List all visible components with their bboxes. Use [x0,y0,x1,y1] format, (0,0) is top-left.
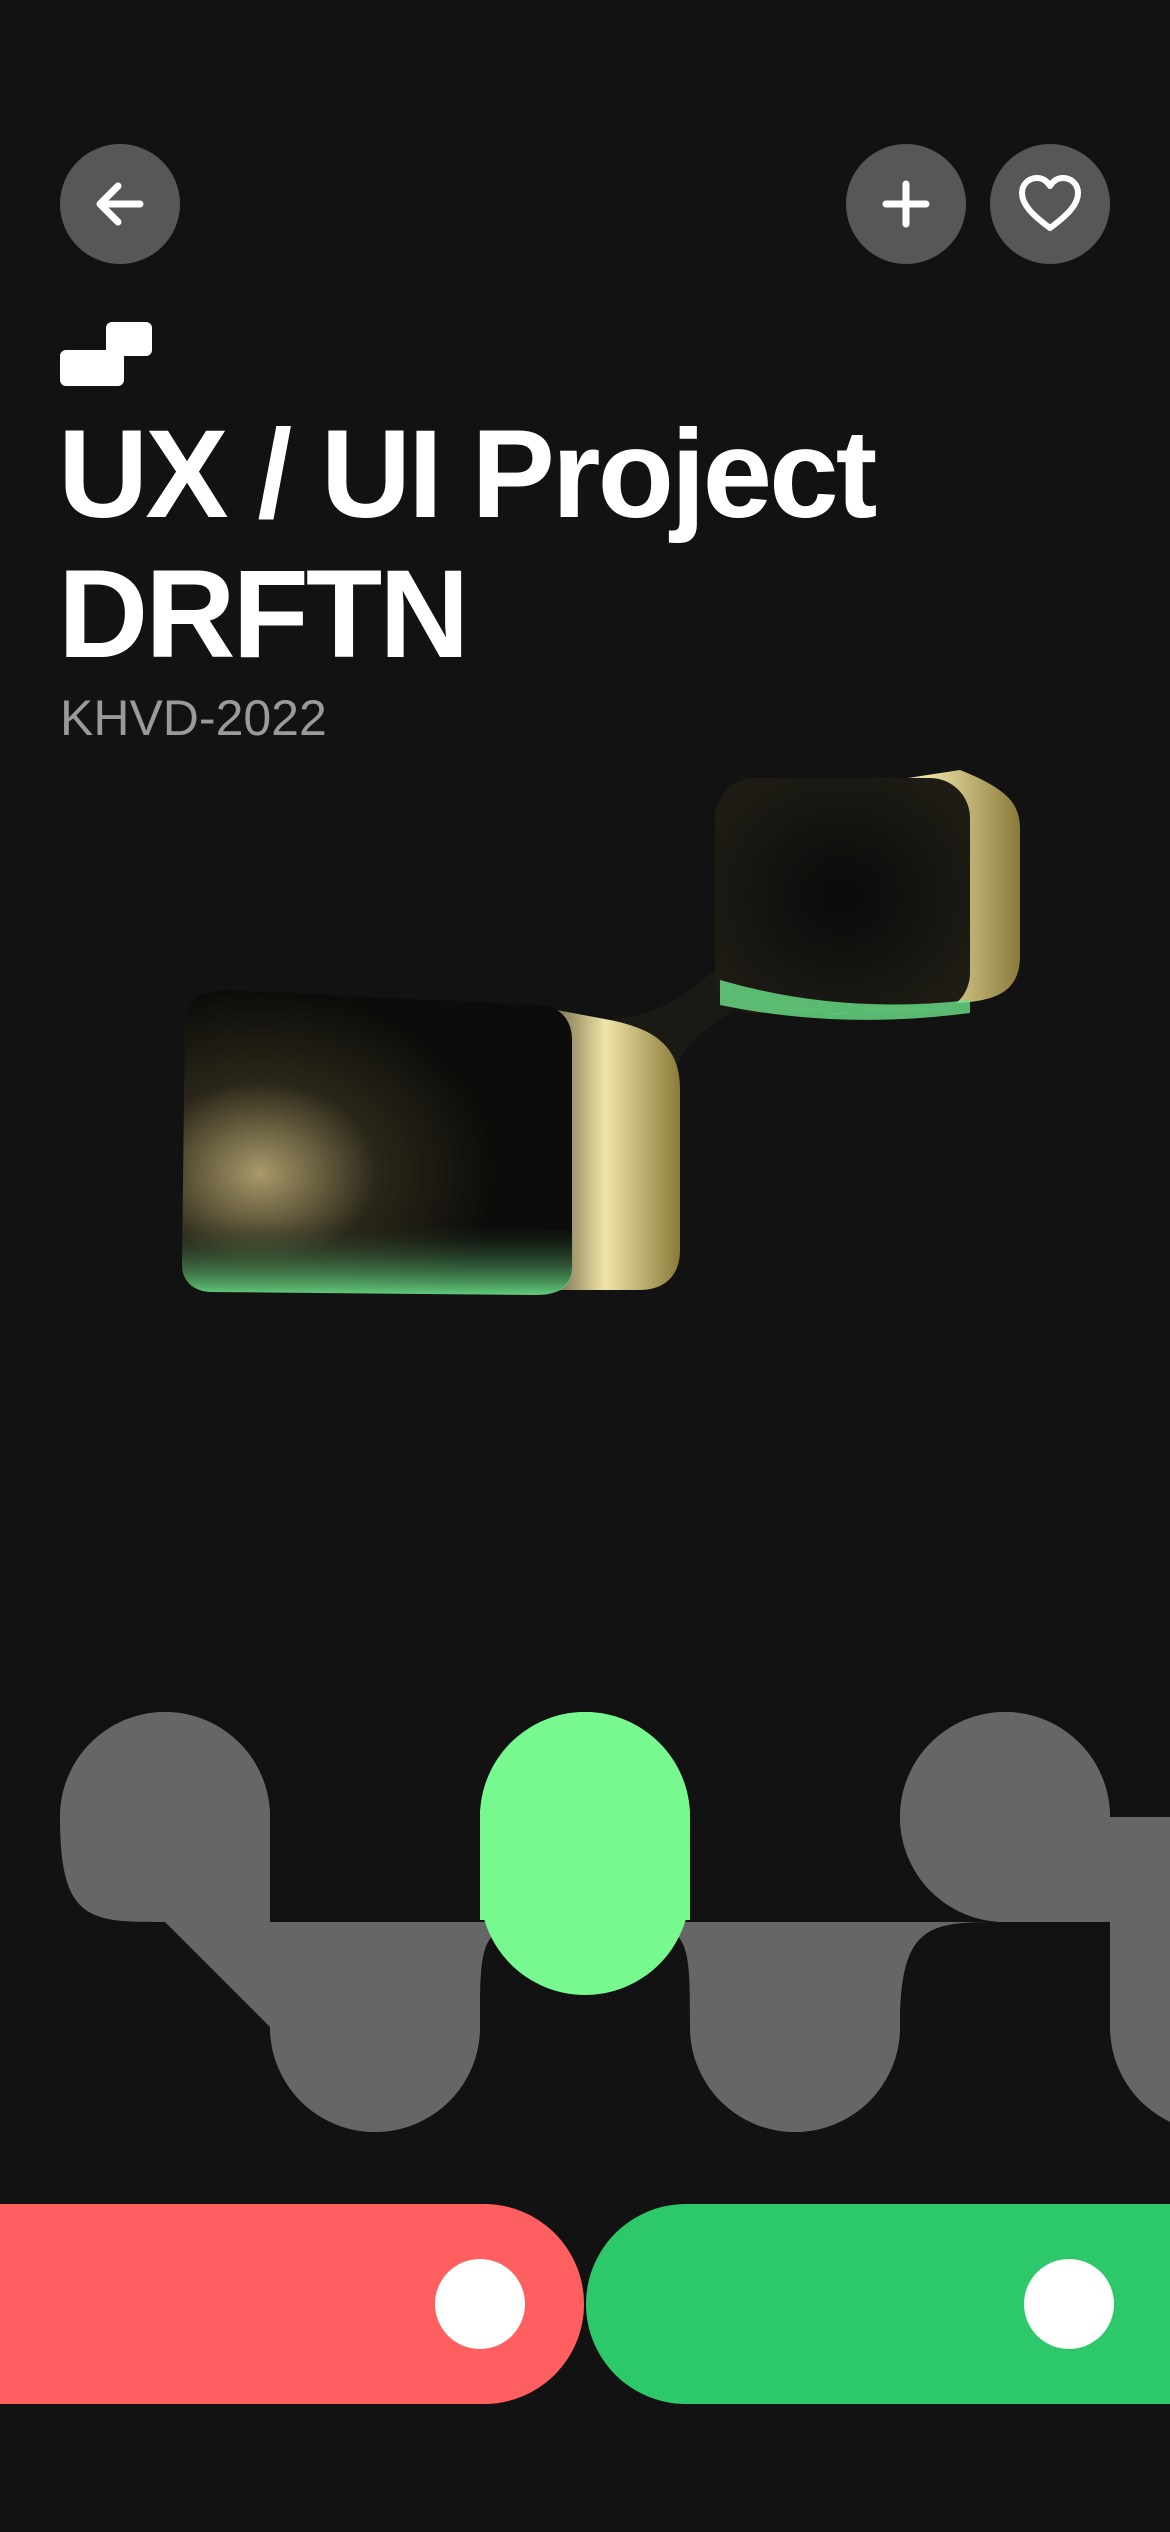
arrow-left-icon [96,182,144,226]
left-toggle-knob[interactable] [435,2259,525,2349]
add-button[interactable] [846,144,966,264]
plus-icon [882,180,930,228]
left-toggle[interactable] [0,2204,584,2404]
wave-pattern [60,1712,1170,2132]
back-button[interactable] [60,144,180,264]
title-line-2: DRFTN [58,545,470,684]
hero-3d-object [182,770,1020,1295]
brand-logo-icon [60,322,152,386]
title-line-1: UX / UI Project [58,405,877,544]
favorite-button[interactable] [990,144,1110,264]
right-toggle[interactable] [586,2204,1170,2404]
heart-icon [1019,175,1081,231]
right-toggle-knob[interactable] [1024,2259,1114,2349]
project-title: UX / UI Project DRFTN [58,405,877,685]
